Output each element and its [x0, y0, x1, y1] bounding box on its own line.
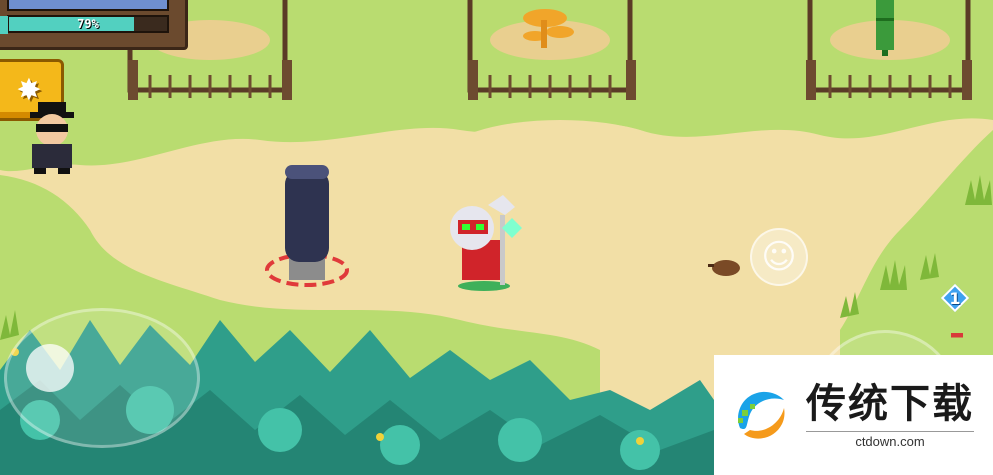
energy-side-chip	[0, 16, 8, 34]
joystick-knob[interactable]	[26, 344, 74, 392]
watermark-title: 传统下载	[806, 381, 974, 427]
site-watermark: 传统下载 ctdown.com	[714, 355, 993, 475]
watermark-url: ctdown.com	[806, 431, 974, 449]
health-bar-fill	[9, 0, 167, 9]
site-logo-icon	[738, 391, 785, 439]
skill-charge-badge: 1	[940, 283, 970, 313]
skill-charge-count: 1	[949, 288, 961, 308]
player-stats-panel: 79%	[0, 0, 188, 50]
emote-button[interactable]: ☺	[750, 228, 808, 286]
npc-character[interactable]	[20, 100, 84, 174]
health-bar	[7, 0, 169, 11]
energy-text: 79%	[77, 17, 99, 31]
smiley-face-icon: ☺	[761, 237, 797, 277]
energy-bar: 79%	[7, 15, 169, 33]
